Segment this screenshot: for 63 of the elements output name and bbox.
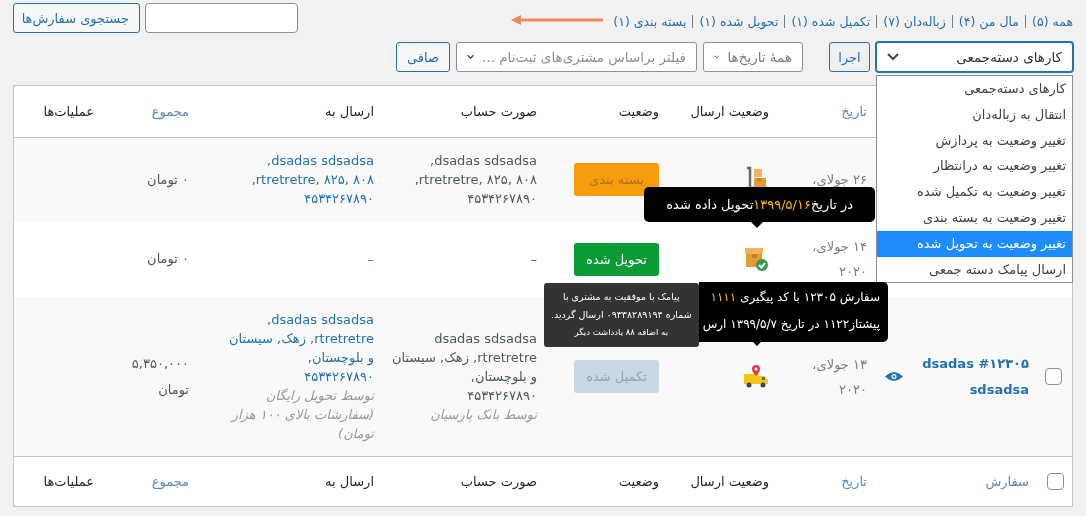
eye-icon[interactable] xyxy=(885,371,903,382)
order-total: ۰ تومان xyxy=(147,250,189,269)
dropdown-option[interactable]: تغییر وضعیت به درانتظار xyxy=(877,153,1072,180)
search-button[interactable]: جستجوی سفارش‌ها xyxy=(13,3,140,33)
bulk-action-select[interactable]: کارهای دسته‌جمعی xyxy=(876,42,1073,72)
dropdown-option[interactable]: تغییر وضعیت به بسته بندی xyxy=(877,205,1072,231)
dropdown-option[interactable]: کارهای دسته‌جمعی xyxy=(877,76,1072,102)
order-total: ۵,۳۵۰,۰۰۰ تومان xyxy=(131,354,189,400)
column-header: وضعیت xyxy=(618,104,659,119)
notes-count: به اضافه ۸۸ یادداشت دیگر xyxy=(573,326,670,339)
apply-button[interactable]: اجرا xyxy=(829,42,870,72)
column-header[interactable]: تاریخ xyxy=(841,104,867,119)
column-header: صورت حساب xyxy=(460,104,537,119)
tooltip: سفارش ۱۲۳۰۵ با کد پیگیری ۱۱۱۱ پیشتاز۱۱۲۲ در تاریخ ۱۳۹۹/۵/۷ ارس xyxy=(698,282,888,342)
date-filter-select[interactable]: همهٔ تاریخ‌ها xyxy=(703,42,803,72)
column-header: ارسال به xyxy=(325,104,374,119)
truck-icon xyxy=(743,363,769,390)
order-total: ۰ تومان xyxy=(147,170,189,190)
box-check-icon xyxy=(743,246,769,272)
search-field[interactable] xyxy=(145,3,298,33)
column-header: وضعیت ارسال xyxy=(690,474,769,489)
tooltip: در تاریخ۱۳۹۹/۵/۱۶تحویل داده شده xyxy=(644,187,875,222)
customer-filter-field[interactable]: فیلتر براساس مشتری‌های ثبت‌نام ... xyxy=(456,42,697,72)
order-date: ۱۴ جولای، ۲۰۲۰ xyxy=(812,238,867,281)
column-header[interactable]: مجموع xyxy=(151,474,189,489)
column-header[interactable]: سفارش xyxy=(985,474,1029,489)
status-badge: تحویل شده xyxy=(574,242,659,276)
status-link[interactable]: تحویل شده (۱) xyxy=(699,13,779,29)
status-link[interactable]: بسته بندی (۱) xyxy=(613,13,687,29)
caret-icon xyxy=(714,53,720,61)
sms-message: پیامک با موفقیت به مشتری با شماره ۰۹۳۳۸۲۸۹۱۹۴ ارسال گردید. xyxy=(550,290,692,322)
order-link[interactable]: #۱۲۳۰۵ dsadas sdsadsa xyxy=(917,350,1029,403)
order-date: ۱۳ جولای، ۲۰۲۰ xyxy=(812,355,867,399)
dropdown-option[interactable]: تغییر وضعیت به تکمیل شده xyxy=(877,179,1072,205)
column-header[interactable]: تاریخ xyxy=(841,474,867,489)
arrow-icon xyxy=(511,14,604,26)
row-checkbox[interactable] xyxy=(1045,368,1062,385)
dropdown-option[interactable]: تغییر وضعیت به پردازش xyxy=(877,127,1072,154)
column-header: عملیات‌ها xyxy=(43,474,94,489)
dropdown-option[interactable]: ارسال پیامک دسته جمعی xyxy=(877,256,1072,283)
tooltip-pointer xyxy=(751,222,763,228)
column-header: ارسال به xyxy=(325,474,374,489)
select-all-checkbox[interactable] xyxy=(1047,473,1064,490)
billing-address: – xyxy=(530,250,537,269)
status-link[interactable]: مال من (۴) xyxy=(958,13,1019,29)
status-link[interactable]: زباله‌دان (۷) xyxy=(883,13,946,29)
shipping-address[interactable]: – xyxy=(367,249,374,269)
dropdown-option[interactable]: انتقال به زباله‌دان xyxy=(877,101,1072,128)
column-header: وضعیت xyxy=(618,474,659,489)
caret-icon xyxy=(887,53,899,61)
status-link[interactable]: تکمیل شده (۱) xyxy=(791,13,871,29)
dropdown-option[interactable]: تغییر وضعیت به تحویل شده xyxy=(877,230,1072,257)
shipping-method: توسط تحویل رایگان (سفارشات بالای ۱۰۰ هزار تومان) xyxy=(231,387,374,443)
order-date: ۲۶ جولای، xyxy=(812,171,867,189)
column-header: صورت حساب xyxy=(460,474,537,489)
column-header[interactable]: مجموع xyxy=(151,104,189,119)
payment-method: توسط بانک پارسیان xyxy=(430,406,537,424)
column-header: عملیات‌ها xyxy=(43,104,94,119)
filter-button[interactable]: صافی xyxy=(395,42,450,72)
column-header: وضعیت ارسال xyxy=(690,104,769,119)
caret-icon xyxy=(467,53,475,61)
status-badge: بسته بندی xyxy=(574,163,659,196)
status-link[interactable]: همه (۵) xyxy=(1032,13,1073,29)
